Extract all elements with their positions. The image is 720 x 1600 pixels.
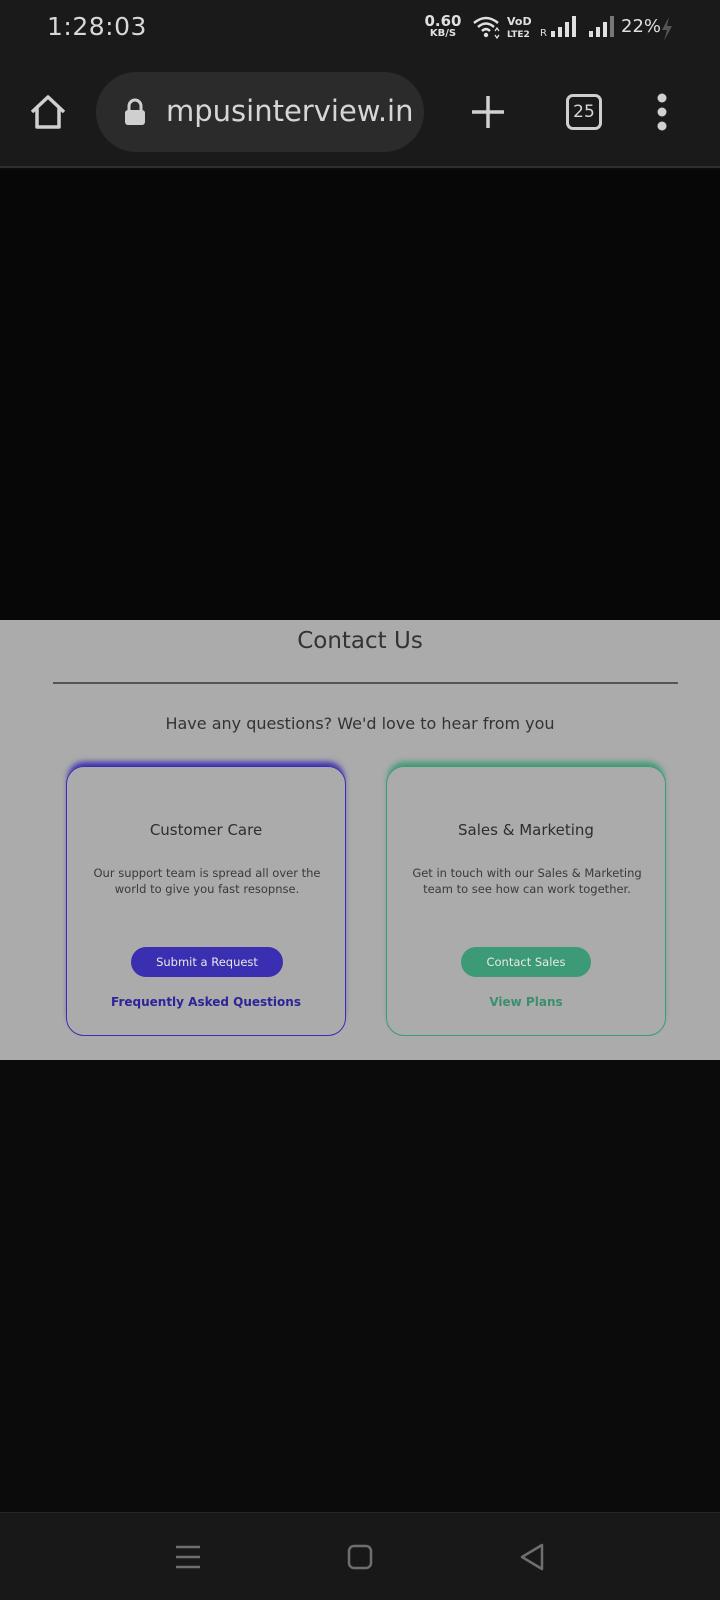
lock-icon <box>125 98 145 125</box>
card-title: Sales & Marketing <box>458 821 594 839</box>
card-description: Get in touch with our Sales & Marketing … <box>412 866 642 896</box>
network-speed-value: 0.60 <box>424 12 462 30</box>
page-blank-area <box>0 1060 720 1512</box>
submit-request-button[interactable]: Submit a Request <box>131 947 283 977</box>
view-plans-link[interactable]: View Plans <box>387 995 665 1009</box>
card-description: Our support team is spread all over the … <box>93 866 321 896</box>
charging-icon <box>662 17 672 41</box>
url-text: mpusinterview.in <box>166 94 414 128</box>
network-speed: 0.60 KB/S <box>424 14 462 39</box>
home-square-icon[interactable] <box>342 1539 378 1575</box>
volte-icon: VoD LTE2 <box>507 15 532 40</box>
recents-icon[interactable] <box>170 1539 206 1575</box>
status-time: 1:28:03 <box>47 12 147 41</box>
svg-text:R: R <box>540 28 547 39</box>
sales-marketing-card: Sales & Marketing Get in touch with our … <box>386 766 666 1036</box>
system-nav-bar <box>0 1512 720 1600</box>
divider <box>53 682 678 684</box>
wifi-icon <box>473 16 500 40</box>
battery-level: 22% <box>621 16 662 37</box>
home-icon[interactable] <box>28 92 68 132</box>
network-speed-unit: KB/S <box>429 28 457 39</box>
faq-link[interactable]: Frequently Asked Questions <box>67 995 345 1009</box>
plus-icon[interactable] <box>468 92 508 132</box>
svg-text:VoD: VoD <box>507 15 532 28</box>
more-vert-icon[interactable] <box>652 92 672 132</box>
status-bar: 1:28:03 0.60 KB/S VoD LTE2 R 22% <box>0 0 720 56</box>
card-title: Customer Care <box>149 821 263 839</box>
contact-subtitle: Have any questions? We'd love to hear fr… <box>165 714 555 733</box>
page-title: Contact Us <box>297 628 423 654</box>
signal-icon <box>589 16 614 37</box>
back-icon[interactable] <box>514 1539 550 1575</box>
tab-switcher-button[interactable]: 25 <box>566 94 602 130</box>
contact-sales-button[interactable]: Contact Sales <box>461 947 591 977</box>
page-blank-area <box>0 170 720 620</box>
browser-toolbar: mpusinterview.in 25 <box>0 56 720 168</box>
customer-care-card: Customer Care Our support team is spread… <box>66 766 346 1036</box>
contact-section: Contact Us Have any questions? We'd love… <box>0 620 720 1060</box>
signal-icon: R <box>540 16 576 39</box>
svg-text:LTE2: LTE2 <box>507 30 530 40</box>
address-bar[interactable]: mpusinterview.in <box>96 72 424 152</box>
